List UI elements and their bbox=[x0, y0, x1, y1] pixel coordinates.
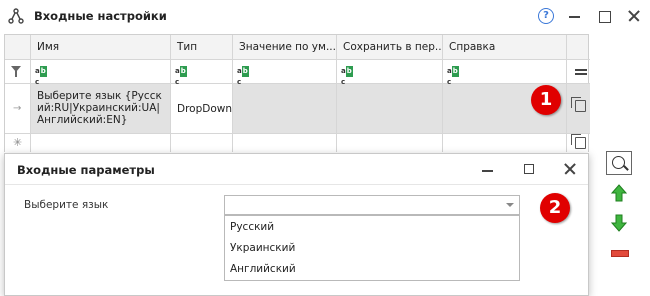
table-row[interactable]: → Выберите язык {Русский:RU|Украинский:U… bbox=[5, 84, 590, 134]
window-titlebar: Входные настройки ? bbox=[0, 0, 650, 32]
cell-default[interactable] bbox=[233, 84, 337, 134]
arrow-down-icon bbox=[611, 214, 627, 232]
copy-row-button[interactable] bbox=[567, 84, 590, 134]
new-cell-save-to[interactable] bbox=[337, 134, 443, 152]
new-row-indicator: ✳ bbox=[5, 134, 31, 152]
new-cell-help[interactable] bbox=[443, 134, 567, 152]
option-russian[interactable]: Русский bbox=[230, 221, 274, 233]
chevron-down-icon[interactable] bbox=[506, 203, 514, 207]
filter-save-to[interactable]: abc bbox=[337, 60, 443, 86]
arrow-up-icon bbox=[611, 184, 627, 202]
cell-type-text: DropDown bbox=[177, 103, 233, 115]
column-header-help[interactable]: Справка bbox=[443, 35, 567, 60]
dialog-title: Входные параметры bbox=[17, 163, 155, 177]
filter-icon bbox=[11, 66, 21, 77]
search-button[interactable] bbox=[606, 151, 632, 175]
settings-grid: Имя Тип Значение по ум... Сохранить в пе… bbox=[4, 34, 590, 152]
menu-icon bbox=[575, 69, 587, 71]
filter-name[interactable]: abc bbox=[31, 60, 171, 86]
arrow-right-icon: → bbox=[13, 103, 22, 114]
dialog-minimize-button[interactable] bbox=[482, 170, 493, 172]
option-english[interactable]: Английский bbox=[230, 263, 296, 275]
remove-button[interactable] bbox=[606, 241, 632, 265]
column-header-name[interactable]: Имя bbox=[31, 35, 171, 60]
new-row[interactable]: ✳ bbox=[5, 134, 588, 152]
column-header-type[interactable]: Тип bbox=[171, 35, 233, 60]
filter-help[interactable]: abc bbox=[443, 60, 567, 86]
minimize-button[interactable] bbox=[565, 6, 585, 26]
asterisk-icon: ✳ bbox=[13, 136, 23, 149]
text-filter-icon: abc bbox=[447, 66, 459, 86]
copy-icon bbox=[571, 97, 586, 112]
maximize-button[interactable] bbox=[594, 6, 614, 26]
dialog-close-button[interactable] bbox=[563, 162, 577, 176]
language-options-list: Русский Украинский Английский bbox=[224, 215, 520, 281]
column-header-default[interactable]: Значение по ум... bbox=[233, 35, 337, 60]
language-label: Выберите язык bbox=[24, 199, 109, 211]
share-nodes-icon bbox=[8, 8, 24, 24]
input-params-dialog: Входные параметры Выберите язык Русский … bbox=[4, 153, 589, 296]
copy-new-row-button[interactable] bbox=[567, 134, 590, 152]
annotation-badge-2: 2 bbox=[540, 193, 570, 223]
column-header-save-to[interactable]: Сохранить в пер... bbox=[337, 35, 443, 60]
new-cell-type[interactable] bbox=[171, 134, 233, 152]
text-filter-icon: abc bbox=[35, 66, 47, 86]
text-filter-icon: abc bbox=[341, 66, 353, 86]
cell-name-text: Выберите язык {Русский:RU|Украинский:UA|… bbox=[37, 90, 162, 126]
grid-filter-row: abc abc abc abc abc bbox=[5, 60, 590, 86]
text-filter-icon: abc bbox=[237, 66, 249, 86]
cell-save-to[interactable] bbox=[337, 84, 443, 134]
filter-cell[interactable] bbox=[5, 60, 31, 84]
close-button[interactable] bbox=[624, 6, 644, 26]
dialog-maximize-button[interactable] bbox=[524, 164, 534, 174]
annotation-badge-1: 1 bbox=[531, 85, 561, 115]
row-indicator: → bbox=[5, 84, 31, 134]
option-ukrainian[interactable]: Украинский bbox=[230, 242, 295, 254]
dialog-divider bbox=[5, 184, 588, 185]
grid-header-row: Имя Тип Значение по ум... Сохранить в пе… bbox=[5, 35, 590, 60]
filter-type[interactable]: abc bbox=[171, 60, 233, 86]
new-cell-name[interactable] bbox=[31, 134, 171, 152]
cell-type[interactable]: DropDown bbox=[171, 84, 233, 134]
help-icon[interactable]: ? bbox=[538, 8, 554, 24]
move-up-button[interactable] bbox=[606, 181, 632, 205]
new-cell-default[interactable] bbox=[233, 134, 337, 152]
text-filter-icon: abc bbox=[175, 66, 187, 86]
filter-default[interactable]: abc bbox=[233, 60, 337, 86]
window-title: Входные настройки bbox=[34, 9, 167, 23]
row-header-corner bbox=[5, 35, 31, 60]
language-select[interactable] bbox=[224, 195, 520, 215]
column-chooser[interactable] bbox=[567, 60, 590, 84]
move-down-button[interactable] bbox=[606, 211, 632, 235]
cell-name[interactable]: Выберите язык {Русский:RU|Украинский:UA|… bbox=[31, 84, 171, 134]
copy-icon bbox=[571, 134, 586, 149]
column-header-actions bbox=[567, 35, 590, 60]
